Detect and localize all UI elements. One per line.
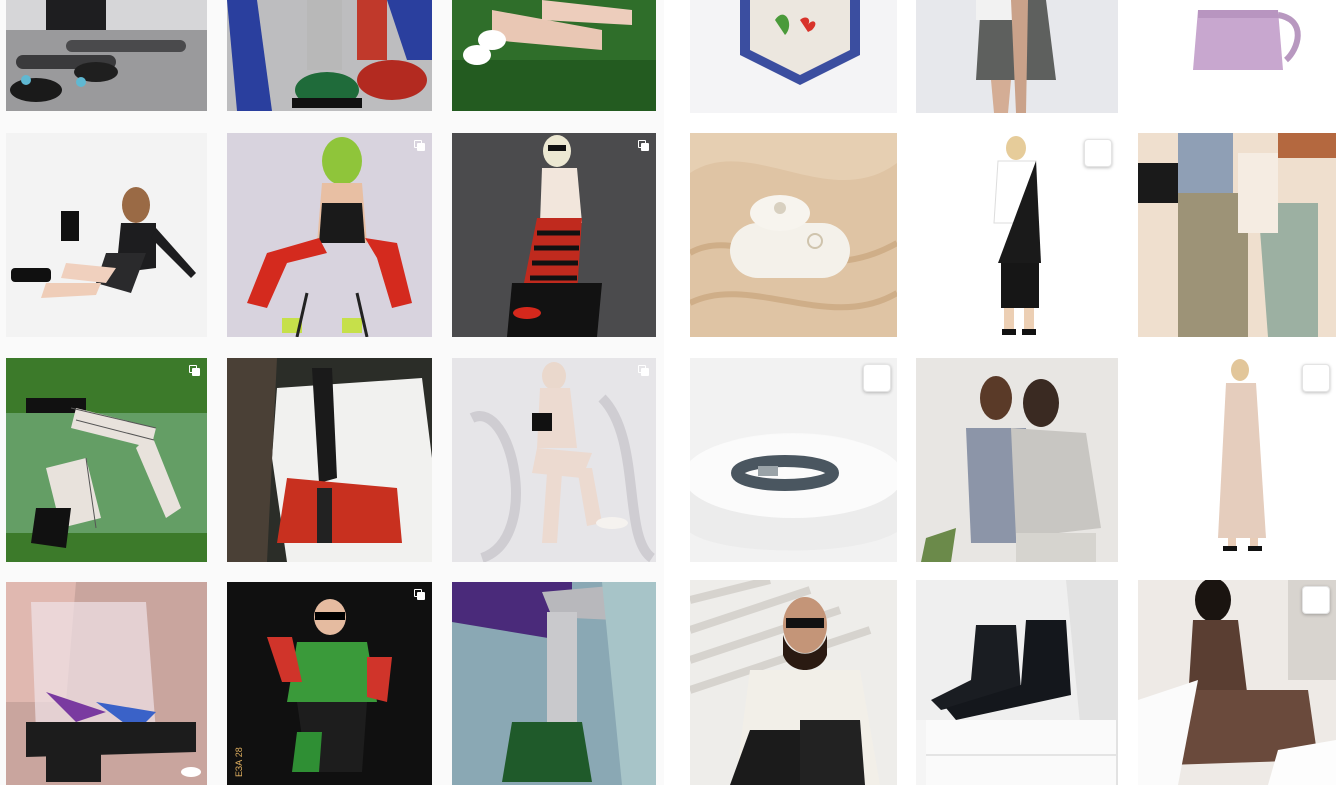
- photo-clear-platform-boot: [6, 582, 207, 785]
- left-photo-grid: ЕЗА 28: [0, 0, 664, 785]
- grid-tile[interactable]: [690, 358, 897, 562]
- grid-tile[interactable]: [916, 0, 1118, 113]
- grid-tile[interactable]: [452, 133, 656, 337]
- right-photo-grid: [664, 0, 1336, 785]
- grid-tile[interactable]: [6, 133, 207, 337]
- grid-tile[interactable]: [690, 580, 897, 785]
- photo-glitter-legs-green-boots: [227, 0, 432, 111]
- photo-lilac-backpack: [1138, 0, 1336, 113]
- grid-tile[interactable]: [227, 0, 432, 111]
- grid-tile[interactable]: [6, 582, 207, 785]
- grid-tile[interactable]: [452, 358, 656, 562]
- grid-tile[interactable]: [916, 580, 1118, 785]
- grid-tile[interactable]: [452, 582, 656, 785]
- photo-two-models-grey: [916, 358, 1118, 562]
- grid-tile[interactable]: [690, 0, 897, 113]
- carousel-icon: [638, 140, 649, 151]
- carousel-icon: [414, 589, 425, 600]
- select-checkbox[interactable]: [1084, 139, 1112, 167]
- grid-tile[interactable]: [1138, 0, 1336, 113]
- photo-green-face-red-tights: [227, 133, 432, 337]
- photo-grey-skirt-bag: [916, 0, 1118, 113]
- photo-model-lying-black-outfit: [6, 133, 207, 337]
- carousel-icon: [189, 365, 200, 376]
- grid-tile[interactable]: [690, 133, 897, 337]
- grid-tile[interactable]: ЕЗА 28: [227, 582, 432, 785]
- photo-abstract-shapes: [1138, 133, 1336, 337]
- grid-tile[interactable]: [227, 358, 432, 562]
- photo-figure-white-drape: [452, 358, 656, 562]
- photo-chelsea-boots: [916, 580, 1118, 785]
- photo-green-outfit-sunglasses: ЕЗА 28: [227, 582, 432, 785]
- select-checkbox[interactable]: [863, 364, 891, 392]
- photo-ring-box-silk: [690, 133, 897, 337]
- photo-man-glasses-shadows: [690, 580, 897, 785]
- photo-legs-on-grass: [452, 0, 656, 111]
- grid-tile[interactable]: [1138, 358, 1336, 562]
- carousel-icon: [414, 140, 425, 151]
- photo-embroidered-pennant: [690, 0, 897, 113]
- grid-tile[interactable]: [227, 133, 432, 337]
- grid-tile[interactable]: [1138, 133, 1336, 337]
- photo-fishnet-legs-green: [6, 358, 207, 562]
- grid-tile[interactable]: [916, 133, 1118, 337]
- grid-tile[interactable]: [452, 0, 656, 111]
- carousel-icon: [638, 365, 649, 376]
- grid-tile[interactable]: [6, 0, 207, 111]
- select-checkbox[interactable]: [1302, 586, 1330, 614]
- grid-tile[interactable]: [916, 358, 1118, 562]
- select-checkbox[interactable]: [1302, 364, 1330, 392]
- grid-tile[interactable]: [6, 358, 207, 562]
- photo-skateboard-shoes: [6, 0, 207, 111]
- grid-tile[interactable]: [1138, 580, 1336, 785]
- photo-model-striped-skirt: [452, 133, 656, 337]
- photo-sparkle-leg-green-boot: [452, 582, 656, 785]
- photo-white-tee-red-bag: [227, 358, 432, 562]
- photo-caption-text: ЕЗА 28: [234, 747, 244, 777]
